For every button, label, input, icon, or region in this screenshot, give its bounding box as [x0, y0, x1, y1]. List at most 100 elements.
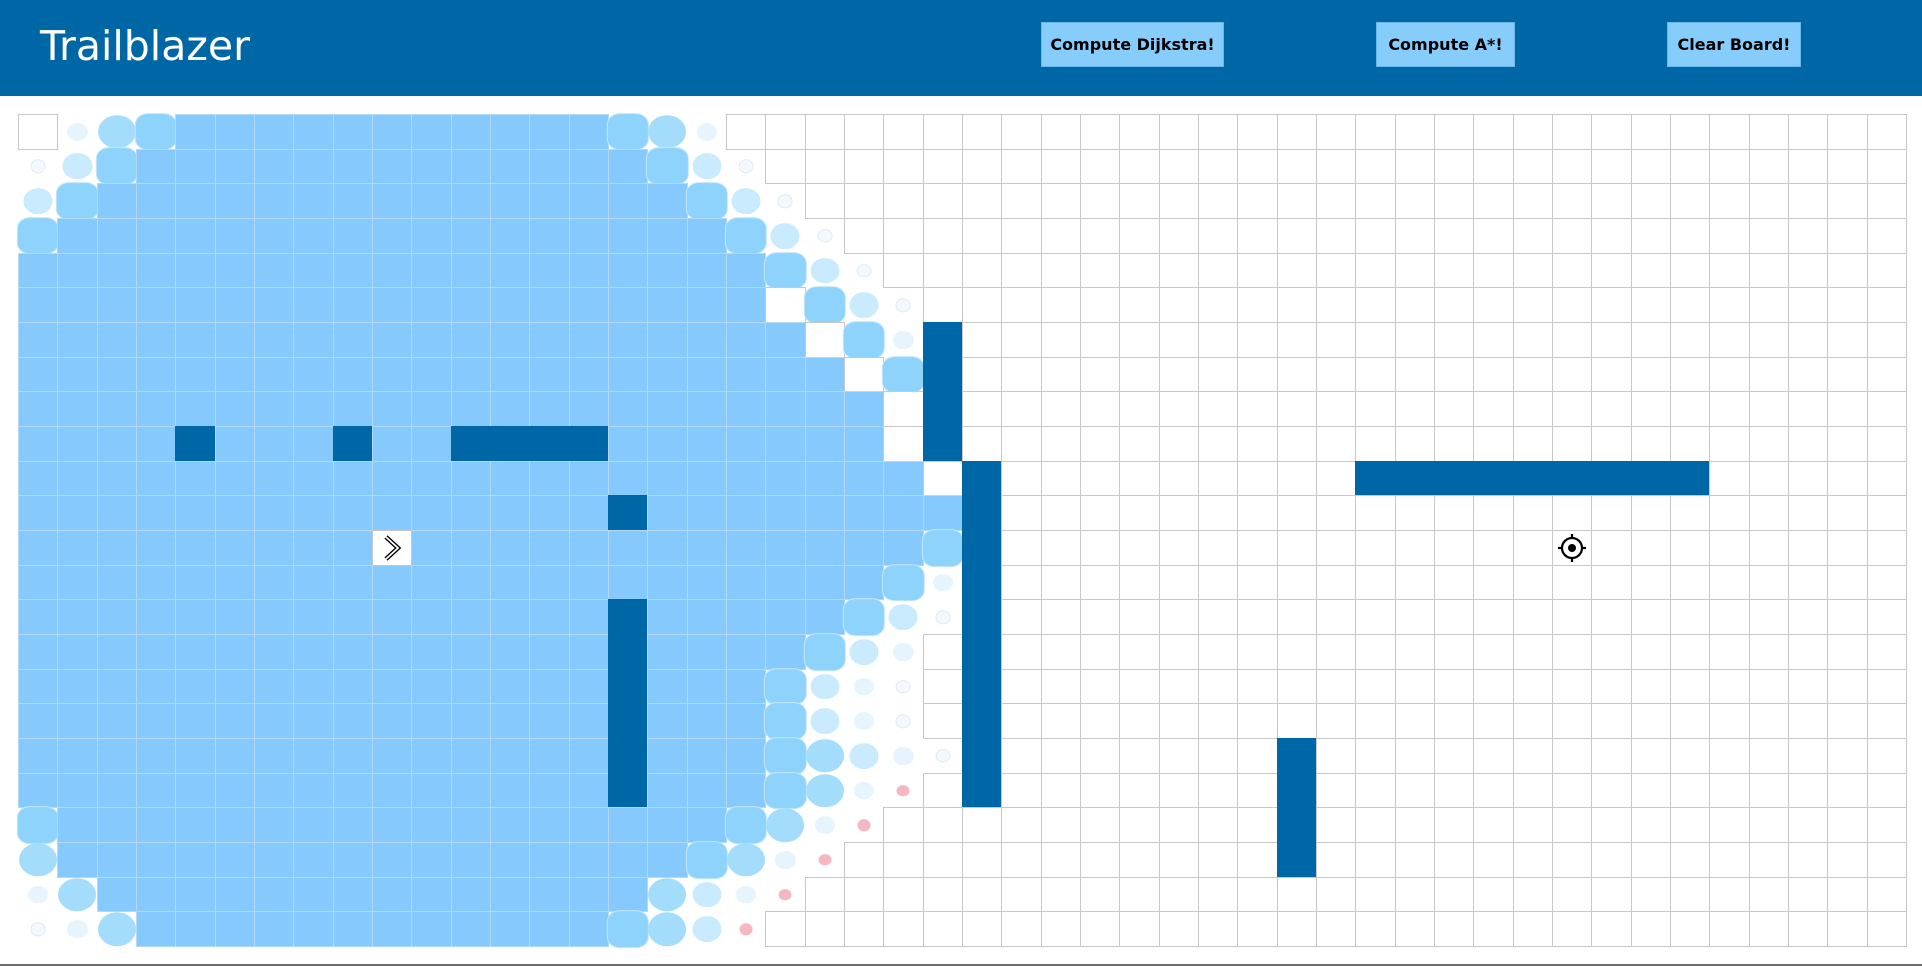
visited-cell[interactable]: [450, 530, 491, 566]
animating-cell[interactable]: [883, 287, 923, 323]
animating-cell[interactable]: [606, 910, 650, 949]
grid-cell[interactable]: [1748, 426, 1789, 462]
visited-cell[interactable]: [175, 356, 216, 393]
grid-cell[interactable]: [1276, 426, 1317, 462]
grid-cell[interactable]: [1315, 911, 1357, 948]
grid-cell[interactable]: [1001, 738, 1042, 774]
grid-cell[interactable]: [1237, 564, 1278, 601]
grid-cell[interactable]: [1709, 148, 1750, 185]
grid-cell[interactable]: [1355, 426, 1396, 462]
animating-cell[interactable]: [921, 529, 964, 567]
visited-cell[interactable]: [293, 530, 334, 566]
grid-cell[interactable]: [1079, 599, 1121, 636]
grid-cell[interactable]: [1630, 564, 1671, 601]
grid-cell[interactable]: [1512, 148, 1553, 185]
grid-cell[interactable]: [1512, 252, 1553, 289]
visited-cell[interactable]: [135, 183, 177, 219]
grid-cell[interactable]: [922, 287, 963, 323]
visited-cell[interactable]: [18, 460, 59, 497]
grid-cell[interactable]: [843, 114, 885, 150]
visited-cell[interactable]: [332, 703, 373, 740]
grid-cell[interactable]: [883, 183, 924, 219]
grid-cell[interactable]: [1040, 807, 1081, 844]
grid-cell[interactable]: [1669, 530, 1711, 566]
grid-cell[interactable]: [1158, 426, 1199, 462]
grid-cell[interactable]: [1040, 599, 1081, 636]
grid-cell[interactable]: [1866, 599, 1907, 636]
grid-cell[interactable]: [961, 842, 1003, 878]
visited-cell[interactable]: [96, 391, 137, 428]
grid-cell[interactable]: [922, 772, 963, 809]
grid-cell[interactable]: [1512, 183, 1553, 219]
visited-cell[interactable]: [568, 218, 609, 254]
grid-cell[interactable]: [1315, 634, 1357, 670]
grid-cell[interactable]: [1551, 287, 1593, 323]
grid-cell[interactable]: [1866, 807, 1907, 844]
grid-cell[interactable]: [1512, 426, 1553, 462]
visited-cell[interactable]: [96, 876, 137, 913]
visited-cell[interactable]: [647, 391, 688, 428]
visited-cell[interactable]: [96, 460, 137, 497]
visited-cell[interactable]: [96, 807, 137, 844]
grid-cell[interactable]: [1158, 668, 1199, 705]
visited-cell[interactable]: [647, 703, 688, 740]
visited-cell[interactable]: [135, 322, 177, 358]
grid-cell[interactable]: [1630, 218, 1671, 254]
grid-cell[interactable]: [1001, 322, 1042, 358]
visited-cell[interactable]: [489, 391, 531, 428]
grid-cell[interactable]: [1591, 391, 1632, 428]
visited-cell[interactable]: [253, 842, 295, 878]
grid-cell[interactable]: [1709, 564, 1750, 601]
grid-cell[interactable]: [1669, 218, 1711, 254]
grid-cell[interactable]: [961, 356, 1003, 393]
visited-cell[interactable]: [253, 738, 295, 774]
visited-cell[interactable]: [214, 218, 255, 254]
visited-cell[interactable]: [175, 876, 216, 913]
visited-cell[interactable]: [96, 322, 137, 358]
grid-cell[interactable]: [1669, 807, 1711, 844]
grid-cell[interactable]: [922, 807, 963, 844]
wall-cell[interactable]: [961, 495, 1003, 532]
grid-cell[interactable]: [1748, 599, 1789, 636]
visited-cell[interactable]: [135, 668, 177, 705]
grid-cell[interactable]: [1433, 252, 1475, 289]
visited-cell[interactable]: [411, 322, 452, 358]
grid-cell[interactable]: [1551, 426, 1593, 462]
visited-cell[interactable]: [686, 460, 727, 497]
grid-cell[interactable]: [1827, 738, 1868, 774]
wall-cell[interactable]: [961, 530, 1003, 566]
visited-cell[interactable]: [411, 703, 452, 740]
grid-cell[interactable]: [1237, 911, 1278, 948]
grid-cell[interactable]: [804, 911, 845, 948]
animating-cell[interactable]: [883, 738, 923, 774]
grid-cell[interactable]: [1866, 842, 1907, 878]
visited-cell[interactable]: [647, 218, 688, 254]
animating-cell[interactable]: [805, 842, 845, 878]
animating-cell[interactable]: [883, 634, 923, 670]
grid-cell[interactable]: [1158, 564, 1199, 601]
grid-cell[interactable]: [1748, 495, 1789, 532]
grid-cell[interactable]: [1315, 356, 1357, 393]
visited-cell[interactable]: [450, 911, 491, 948]
visited-cell[interactable]: [411, 218, 452, 254]
visited-cell[interactable]: [686, 807, 727, 844]
visited-cell[interactable]: [686, 322, 727, 358]
visited-cell[interactable]: [293, 252, 334, 289]
grid-cell[interactable]: [883, 391, 924, 428]
grid-cell[interactable]: [1079, 287, 1121, 323]
wall-cell[interactable]: [1630, 460, 1671, 497]
grid-cell[interactable]: [1315, 218, 1357, 254]
visited-cell[interactable]: [135, 911, 177, 948]
visited-cell[interactable]: [765, 564, 806, 601]
visited-cell[interactable]: [568, 668, 609, 705]
grid-cell[interactable]: [804, 114, 845, 150]
wall-cell[interactable]: [1512, 460, 1553, 497]
grid-cell[interactable]: [1040, 876, 1081, 913]
grid-cell[interactable]: [1748, 287, 1789, 323]
wall-cell[interactable]: [607, 599, 649, 636]
grid-cell[interactable]: [1669, 287, 1711, 323]
grid-cell[interactable]: [1827, 911, 1868, 948]
grid-cell[interactable]: [961, 426, 1003, 462]
grid-cell[interactable]: [1119, 530, 1160, 566]
grid-cell[interactable]: [1669, 599, 1711, 636]
